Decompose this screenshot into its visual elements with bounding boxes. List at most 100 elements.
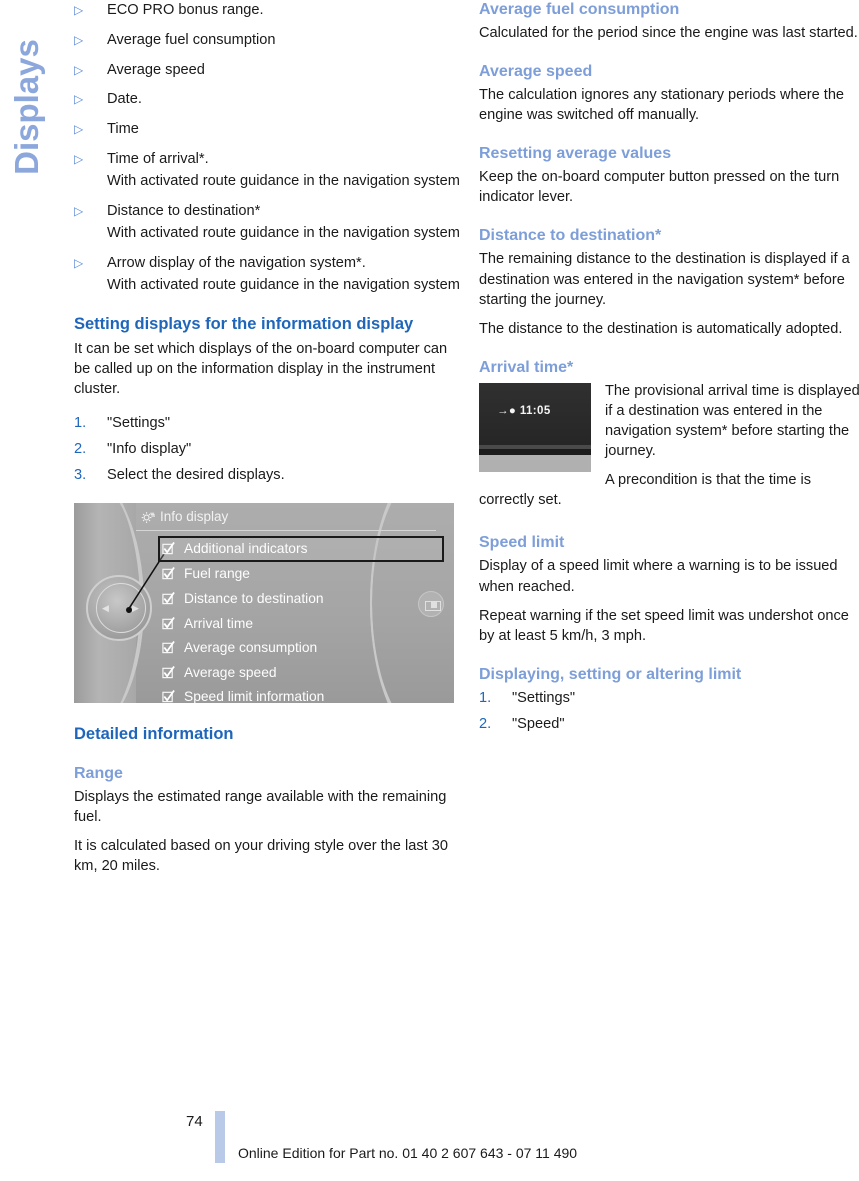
list-item: 2. "Info display" bbox=[74, 439, 460, 459]
idrive-menu-list: Additional indicators Fuel range Distanc… bbox=[158, 536, 448, 703]
list-item: 1. "Settings" bbox=[74, 413, 460, 433]
step-number: 1. bbox=[479, 689, 492, 706]
list-item: 1. "Settings" bbox=[479, 688, 859, 708]
manual-page: Displays ▷ ECO PRO bonus range. ▷ Averag… bbox=[0, 0, 859, 1181]
page-number: 74 bbox=[186, 1113, 203, 1130]
step-number: 1. bbox=[74, 415, 87, 432]
footer-edition-note: Online Edition for Part no. 01 40 2 607 … bbox=[238, 1145, 578, 1161]
subsection-heading-arrival-time: Arrival time* bbox=[479, 358, 574, 376]
idrive-menu-item-distance-to-destination[interactable]: Distance to destination bbox=[158, 587, 448, 612]
list-item-label: ECO PRO bonus range. bbox=[107, 2, 264, 18]
triangle-bullet-icon: ▷ bbox=[74, 122, 84, 137]
triangle-bullet-icon: ▷ bbox=[74, 151, 84, 166]
subsection-heading-average-speed: Average speed bbox=[479, 63, 593, 81]
step-number: 2. bbox=[479, 715, 492, 732]
list-item-label: Date. bbox=[107, 91, 142, 108]
gear-icon bbox=[141, 512, 155, 524]
checkbox-checked-icon bbox=[162, 665, 175, 678]
setting-displays-steps: 1. "Settings" 2. "Info display" 3. Selec… bbox=[74, 413, 460, 485]
chapter-side-tab-label: Displays bbox=[8, 39, 45, 175]
subsection-heading-distance-to-destination: Distance to destination* bbox=[479, 227, 662, 245]
idrive-info-display-figure: ◀ ▶ Info display Additional indicators F… bbox=[74, 503, 454, 704]
subsection-heading-resetting-average-values: Resetting average values bbox=[479, 145, 672, 163]
section-heading-setting-displays: Setting displays for the information dis… bbox=[74, 314, 414, 333]
average-fuel-consumption-paragraph: Calculated for the period since the engi… bbox=[479, 25, 858, 41]
subsection-heading-displaying-setting-limit: Displaying, setting or altering limit bbox=[479, 665, 742, 683]
distance-to-destination-paragraph-1: The remaining distance to the destinatio… bbox=[479, 251, 850, 308]
step-label: "Settings" bbox=[512, 689, 576, 706]
checkbox-checked-icon bbox=[162, 567, 175, 580]
triangle-bullet-icon: ▷ bbox=[74, 255, 84, 270]
average-speed-paragraph: The calculation ignores any stationary p… bbox=[479, 87, 845, 124]
right-column: Average fuel consumption Calculated for … bbox=[479, 0, 859, 740]
list-item-label: Average speed bbox=[107, 61, 205, 78]
triangle-bullet-icon: ▷ bbox=[74, 203, 84, 218]
range-paragraph-2: It is calculated based on your driving s… bbox=[74, 838, 448, 875]
arrival-time-block: →● 11:05 The provisional arrival time is… bbox=[479, 381, 859, 520]
triangle-bullet-icon: ▷ bbox=[74, 3, 84, 17]
subsection-heading-range: Range bbox=[74, 764, 123, 782]
idrive-menu-item-label: Additional indicators bbox=[184, 541, 308, 557]
distance-to-destination-paragraph-2: The distance to the destination is autom… bbox=[479, 320, 843, 337]
speed-limit-paragraph-1: Display of a speed limit where a warning… bbox=[479, 558, 838, 595]
list-item: 2. "Speed" bbox=[479, 714, 859, 734]
list-item-label: Time of arrival*. bbox=[107, 150, 209, 167]
idrive-figure-divider bbox=[136, 530, 436, 532]
step-label: Select the desired displays. bbox=[107, 467, 285, 484]
page-footer: 74 Online Edition for Part no. 01 40 2 6… bbox=[0, 1111, 859, 1163]
idrive-menu-item-average-speed[interactable]: Average speed bbox=[158, 661, 448, 686]
left-column: ▷ ECO PRO bonus range. ▷ Average fuel co… bbox=[74, 0, 460, 885]
resetting-average-values-paragraph: Keep the on-board computer button presse… bbox=[479, 169, 840, 206]
list-item: ▷ Arrow display of the navigation system… bbox=[74, 253, 460, 273]
checkbox-checked-icon bbox=[162, 616, 175, 629]
list-item: ▷ Distance to destination* bbox=[74, 201, 460, 221]
step-label: "Speed" bbox=[512, 715, 565, 732]
idrive-menu-item-label: Arrival time bbox=[184, 615, 253, 631]
triangle-bullet-icon: ▷ bbox=[74, 32, 84, 47]
list-item: 3. Select the desired displays. bbox=[74, 465, 460, 485]
checkbox-checked-icon bbox=[162, 641, 175, 654]
checkbox-checked-icon bbox=[162, 690, 175, 703]
setting-displays-intro: It can be set which displays of the on-b… bbox=[74, 341, 448, 398]
list-item: ▷ Time bbox=[74, 119, 460, 139]
checkbox-checked-icon bbox=[162, 591, 175, 605]
triangle-bullet-icon: ▷ bbox=[74, 92, 84, 107]
list-item: ▷ Average speed bbox=[74, 60, 460, 80]
idrive-menu-item-label: Average consumption bbox=[184, 640, 318, 656]
idrive-menu-item-arrival-time[interactable]: Arrival time bbox=[158, 612, 448, 637]
subsection-heading-speed-limit: Speed limit bbox=[479, 534, 565, 552]
display-options-bullet-list: ▷ ECO PRO bonus range. ▷ Average fuel co… bbox=[74, 0, 460, 295]
arrow-left-icon: ◀ bbox=[102, 603, 109, 614]
list-item-note: With activated route guidance in the nav… bbox=[107, 276, 460, 293]
list-item: ▷ ECO PRO bonus range. bbox=[74, 0, 460, 20]
step-number: 3. bbox=[74, 467, 87, 484]
arrow-right-icon: ▶ bbox=[132, 603, 139, 614]
idrive-menu-item-label: Distance to destination bbox=[184, 590, 324, 606]
footer-accent-bar bbox=[215, 1111, 225, 1163]
list-item: ▷ Date. bbox=[74, 89, 460, 109]
idrive-menu-item-additional-indicators[interactable]: Additional indicators bbox=[158, 536, 444, 563]
range-paragraph-1: Displays the estimated range available w… bbox=[74, 788, 447, 825]
idrive-menu-item-fuel-range[interactable]: Fuel range bbox=[158, 562, 448, 587]
step-label: "Info display" bbox=[107, 441, 192, 458]
step-number: 2. bbox=[74, 441, 87, 458]
list-item-label: Arrow display of the navigation system*. bbox=[107, 254, 366, 271]
list-item-note: With activated route guidance in the nav… bbox=[107, 172, 460, 189]
list-item-note: With activated route guidance in the nav… bbox=[107, 224, 460, 241]
idrive-menu-item-label: Average speed bbox=[184, 664, 277, 680]
idrive-menu-item-speed-limit-information[interactable]: Speed limit information bbox=[158, 685, 448, 703]
arrival-time-figure-text: →● 11:05 bbox=[497, 404, 551, 417]
list-item-label: Time bbox=[107, 121, 139, 138]
idrive-menu-item-label: Speed limit information bbox=[184, 689, 325, 704]
arrival-time-figure: →● 11:05 bbox=[479, 382, 591, 472]
triangle-bullet-icon: ▷ bbox=[74, 62, 84, 77]
displaying-setting-limit-steps: 1. "Settings" 2. "Speed" bbox=[479, 688, 859, 734]
list-item-label: Distance to destination* bbox=[107, 202, 261, 219]
chapter-side-tab: Displays bbox=[0, 0, 60, 320]
idrive-menu-item-label: Fuel range bbox=[184, 566, 250, 582]
step-label: "Settings" bbox=[107, 415, 171, 432]
speed-limit-paragraph-2: Repeat warning if the set speed limit wa… bbox=[479, 607, 849, 644]
idrive-menu-item-average-consumption[interactable]: Average consumption bbox=[158, 636, 448, 661]
arrival-time-band-lower bbox=[479, 454, 591, 472]
section-heading-detailed-information: Detailed information bbox=[74, 725, 234, 744]
